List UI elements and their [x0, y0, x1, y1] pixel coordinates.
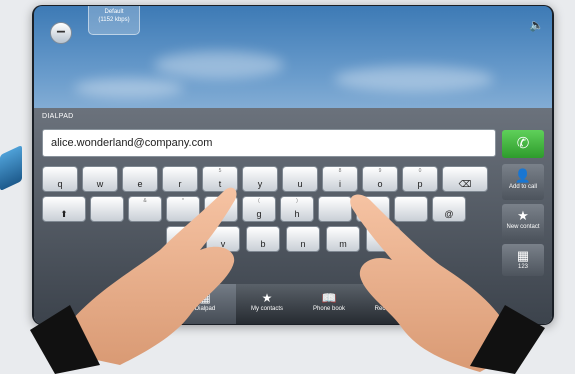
profile-name: Default — [104, 9, 124, 15]
dialpad-label: DIALPAD — [42, 113, 74, 120]
left-hand — [30, 187, 237, 374]
profile-bandwidth: (1152 kbps) — [98, 17, 130, 23]
right-hand — [350, 194, 545, 374]
cloud — [334, 66, 494, 92]
speaker-icon[interactable]: 🔈 — [529, 18, 544, 32]
scene: − Default (1152 kbps) 🔈 DIALPAD ✆ 👤 Add … — [0, 0, 575, 374]
minus-icon: − — [56, 24, 66, 41]
cloud — [154, 51, 284, 79]
minimize-button[interactable]: − — [50, 22, 72, 44]
hands-overlay — [30, 187, 545, 374]
cloud — [74, 78, 184, 98]
profile-chip[interactable]: Default (1152 kbps) — [88, 6, 140, 35]
